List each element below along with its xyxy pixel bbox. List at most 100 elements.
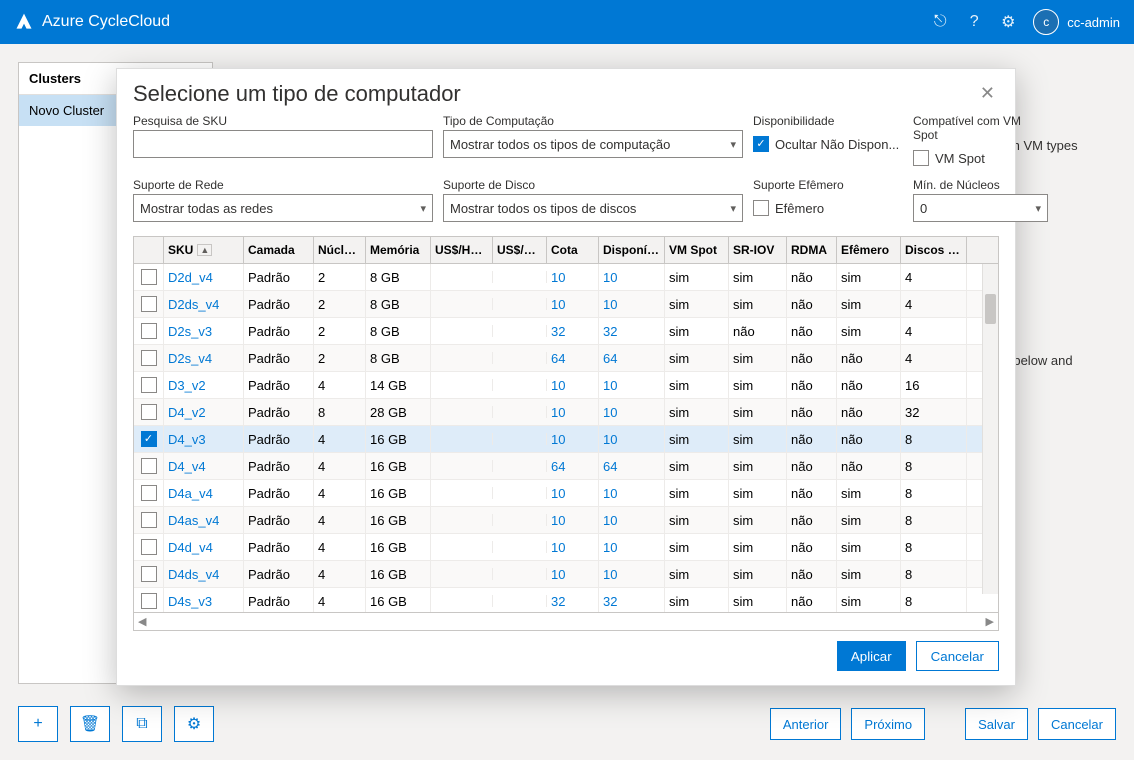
cell-quota[interactable]: 10 (547, 480, 599, 507)
row-checkbox[interactable] (141, 296, 157, 312)
row-checkbox[interactable] (141, 431, 157, 447)
table-row[interactable]: D2s_v3Padrão28 GB3232simnãonãosim4 (134, 318, 998, 345)
cell-quota[interactable]: 10 (547, 399, 599, 426)
cell-sku[interactable]: D2d_v4 (164, 264, 244, 291)
col-quota[interactable]: Cota (547, 237, 599, 263)
col-disks[interactable]: Discos de... (901, 237, 967, 263)
row-checkbox[interactable] (141, 539, 157, 555)
add-button[interactable]: + (18, 706, 58, 742)
row-checkbox[interactable] (141, 566, 157, 582)
cell-available[interactable]: 10 (599, 372, 665, 399)
cell-available[interactable]: 10 (599, 507, 665, 534)
cell-quota[interactable]: 10 (547, 534, 599, 561)
col-tier[interactable]: Camada (244, 237, 314, 263)
row-checkbox[interactable] (141, 512, 157, 528)
cell-sku[interactable]: D2ds_v4 (164, 291, 244, 318)
ephemeral-checkbox[interactable]: Efêmero (753, 194, 903, 222)
settings-icon[interactable]: ⚙ (991, 12, 1025, 32)
col-cores[interactable]: Núcleos (314, 237, 366, 263)
cell-sku[interactable]: D4ds_v4 (164, 561, 244, 588)
cell-quota[interactable]: 64 (547, 453, 599, 480)
table-row[interactable]: D4_v4Padrão416 GB6464simsimnãonão8 (134, 453, 998, 480)
cell-available[interactable]: 32 (599, 318, 665, 345)
network-select[interactable]: Mostrar todas as redes (133, 194, 433, 222)
settings-button[interactable]: ⚙ (174, 706, 214, 742)
col-spot[interactable]: VM Spot (665, 237, 729, 263)
disk-select[interactable]: Mostrar todos os tipos de discos (443, 194, 743, 222)
table-row[interactable]: D2d_v4Padrão28 GB1010simsimnãosim4 (134, 264, 998, 291)
col-usd-n[interactable]: US$/N... (493, 237, 547, 263)
cell-quota[interactable]: 32 (547, 318, 599, 345)
cell-sku[interactable]: D4s_v3 (164, 588, 244, 613)
row-checkbox[interactable] (141, 269, 157, 285)
vertical-scrollbar[interactable] (982, 264, 998, 594)
help-icon[interactable]: ? (957, 13, 991, 31)
table-row[interactable]: D4_v3Padrão416 GB1010simsimnãonão8 (134, 426, 998, 453)
cell-available[interactable]: 10 (599, 480, 665, 507)
table-row[interactable]: D2ds_v4Padrão28 GB1010simsimnãosim4 (134, 291, 998, 318)
prev-button[interactable]: Anterior (770, 708, 842, 740)
save-button[interactable]: Salvar (965, 708, 1028, 740)
col-rdma[interactable]: RDMA (787, 237, 837, 263)
col-available[interactable]: Disponível (599, 237, 665, 263)
cell-available[interactable]: 32 (599, 588, 665, 613)
cancel-button[interactable]: Cancelar (1038, 708, 1116, 740)
cell-quota[interactable]: 64 (547, 345, 599, 372)
table-row[interactable]: D2s_v4Padrão28 GB6464simsimnãonão4 (134, 345, 998, 372)
row-checkbox[interactable] (141, 593, 157, 609)
cell-quota[interactable]: 10 (547, 372, 599, 399)
table-row[interactable]: D4a_v4Padrão416 GB1010simsimnãosim8 (134, 480, 998, 507)
cell-available[interactable]: 10 (599, 291, 665, 318)
cell-quota[interactable]: 10 (547, 264, 599, 291)
cell-quota[interactable]: 32 (547, 588, 599, 613)
min-cores-select[interactable]: 0 (913, 194, 1048, 222)
col-sku[interactable]: SKU (168, 243, 193, 257)
cell-sku[interactable]: D4d_v4 (164, 534, 244, 561)
table-row[interactable]: D4d_v4Padrão416 GB1010simsimnãosim8 (134, 534, 998, 561)
cell-quota[interactable]: 10 (547, 507, 599, 534)
cell-available[interactable]: 64 (599, 345, 665, 372)
table-row[interactable]: D4_v2Padrão828 GB1010simsimnãonão32 (134, 399, 998, 426)
cell-sku[interactable]: D4as_v4 (164, 507, 244, 534)
apply-button[interactable]: Aplicar (837, 641, 906, 671)
cell-sku[interactable]: D3_v2 (164, 372, 244, 399)
spot-checkbox[interactable]: VM Spot (913, 144, 1048, 172)
table-row[interactable]: D4s_v3Padrão416 GB3232simsimnãosim8 (134, 588, 998, 612)
cell-sku[interactable]: D2s_v3 (164, 318, 244, 345)
cell-quota[interactable]: 10 (547, 426, 599, 453)
row-checkbox[interactable] (141, 458, 157, 474)
user-menu[interactable]: c cc-admin (1033, 9, 1120, 35)
sku-search-input[interactable] (133, 130, 433, 158)
cell-quota[interactable]: 10 (547, 561, 599, 588)
cell-sku[interactable]: D4_v4 (164, 453, 244, 480)
table-row[interactable]: D4as_v4Padrão416 GB1010simsimnãosim8 (134, 507, 998, 534)
cell-available[interactable]: 10 (599, 534, 665, 561)
col-usd-hour[interactable]: US$/Hora (431, 237, 493, 263)
cell-available[interactable]: 10 (599, 399, 665, 426)
cell-sku[interactable]: D4_v3 (164, 426, 244, 453)
grid-body[interactable]: D2d_v4Padrão28 GB1010simsimnãosim4D2ds_v… (134, 264, 998, 612)
copy-button[interactable]: ⧉ (122, 706, 162, 742)
cell-available[interactable]: 10 (599, 561, 665, 588)
row-checkbox[interactable] (141, 350, 157, 366)
table-row[interactable]: D3_v2Padrão414 GB1010simsimnãonão16 (134, 372, 998, 399)
availability-checkbox[interactable]: Ocultar Não Dispon... (753, 130, 903, 158)
feedback-icon[interactable]: ⎋ (923, 13, 957, 31)
cell-available[interactable]: 10 (599, 426, 665, 453)
col-sriov[interactable]: SR-IOV (729, 237, 787, 263)
cell-sku[interactable]: D2s_v4 (164, 345, 244, 372)
table-row[interactable]: D4ds_v4Padrão416 GB1010simsimnãosim8 (134, 561, 998, 588)
row-checkbox[interactable] (141, 485, 157, 501)
cell-available[interactable]: 10 (599, 264, 665, 291)
next-button[interactable]: Próximo (851, 708, 925, 740)
horizontal-scrollbar[interactable]: ◀▶ (134, 612, 998, 630)
delete-button[interactable]: 🗑 (70, 706, 110, 742)
cell-quota[interactable]: 10 (547, 291, 599, 318)
cell-sku[interactable]: D4a_v4 (164, 480, 244, 507)
row-checkbox[interactable] (141, 404, 157, 420)
modal-cancel-button[interactable]: Cancelar (916, 641, 999, 671)
scrollbar-thumb[interactable] (985, 294, 996, 324)
compute-type-select[interactable]: Mostrar todos os tipos de computação (443, 130, 743, 158)
row-checkbox[interactable] (141, 377, 157, 393)
cell-sku[interactable]: D4_v2 (164, 399, 244, 426)
